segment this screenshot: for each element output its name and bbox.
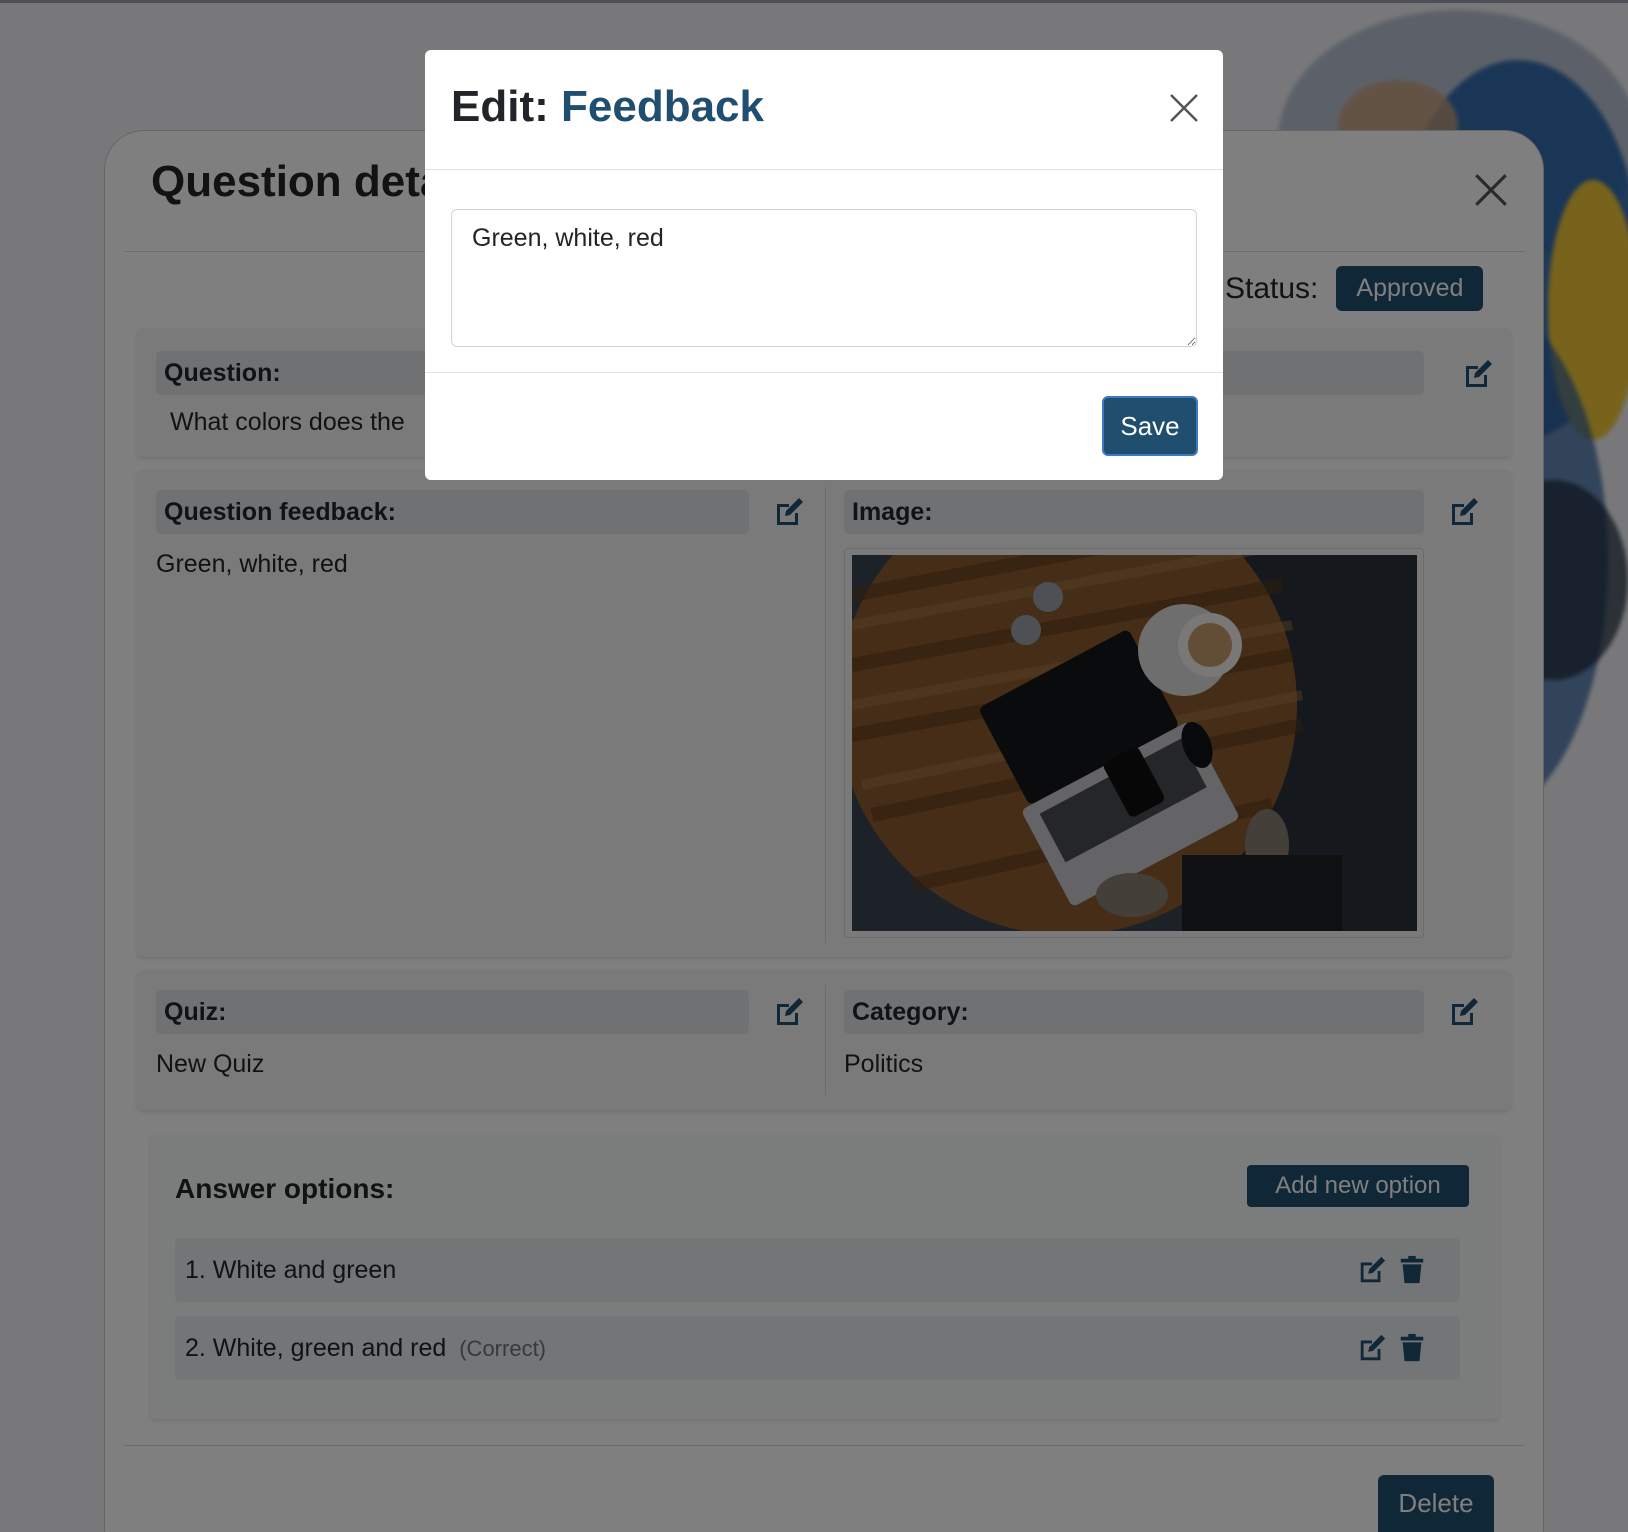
edit-title-field: Feedback: [561, 82, 764, 131]
edit-feedback-modal: Edit: Feedback Green, white, red Save: [425, 50, 1223, 480]
edit-modal-footer-divider: [425, 372, 1223, 373]
save-button[interactable]: Save: [1102, 396, 1198, 456]
edit-modal-title: Edit: Feedback: [451, 82, 764, 132]
edit-modal-header: Edit: Feedback: [425, 50, 1223, 170]
top-border: [0, 0, 1628, 3]
close-icon[interactable]: [1168, 92, 1200, 124]
edit-title-prefix: Edit:: [451, 82, 549, 131]
feedback-textarea[interactable]: Green, white, red: [451, 209, 1197, 347]
